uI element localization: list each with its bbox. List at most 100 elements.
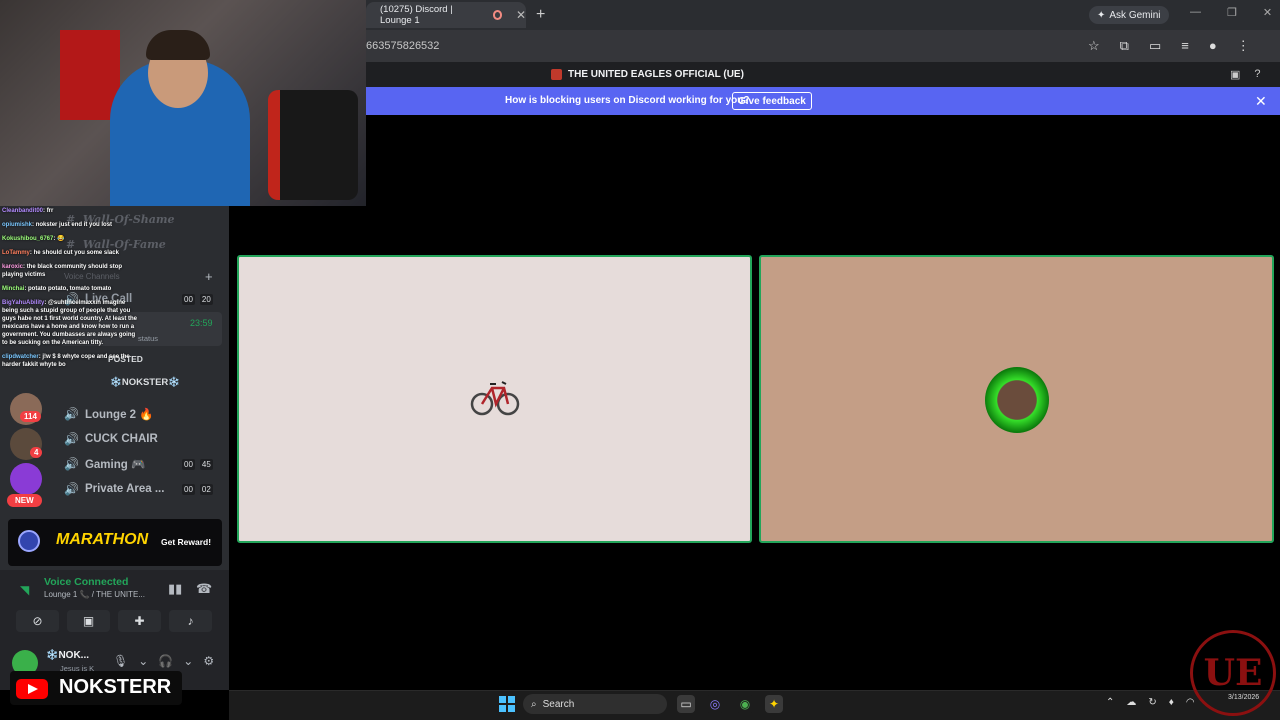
tab-title: (10275) Discord | Lounge 1	[380, 4, 453, 26]
windows-start-icon[interactable]	[499, 696, 515, 712]
chat-message: karoxic: the black community should stop…	[2, 264, 123, 278]
speaker-icon: 🔊	[64, 482, 79, 496]
gaming-chair	[268, 90, 358, 200]
minimize-icon[interactable]: —	[1190, 6, 1201, 19]
streamer-hair	[146, 30, 210, 60]
new-tab-button[interactable]: +	[536, 6, 545, 24]
voice-channel-path[interactable]: Lounge 1 📞 / THE UNITE...	[44, 590, 145, 599]
copilot-icon[interactable]: ◎	[706, 695, 724, 713]
channel-timer: 00 02	[182, 484, 213, 495]
headphones-icon[interactable]: 🎧	[158, 654, 173, 668]
speaker-icon: 🔊	[64, 457, 79, 471]
server-icon[interactable]	[10, 463, 42, 495]
server-icon	[551, 69, 562, 80]
recording-icon	[492, 10, 502, 20]
camera-off-button[interactable]: ⊘	[16, 610, 59, 632]
username[interactable]: ❄️NOK...	[46, 650, 89, 661]
url-text[interactable]: 663575826532	[366, 40, 439, 52]
wifi-icon[interactable]: ◠	[1186, 697, 1195, 708]
timer-seconds: 20	[199, 294, 213, 305]
server-title: THE UNITED EAGLES OFFICIAL (UE)	[551, 69, 744, 80]
channel-label: Private Area ...	[84, 483, 165, 495]
star-icon[interactable]: ☆	[1088, 38, 1100, 54]
voice-status[interactable]: Voice Connected	[44, 576, 128, 588]
add-channel-button[interactable]: +	[205, 269, 213, 284]
chat-user: BigYahuAbility	[2, 300, 45, 306]
soundboard-button[interactable]: ♪	[169, 610, 212, 632]
promo-title: MARATHON	[56, 531, 149, 548]
system-tray: ⌃ ☁ ↻ ♦ ◠	[1106, 697, 1195, 708]
notice-text: How is blocking users on Discord working…	[505, 95, 750, 106]
chat-message: clipdwatcher: j!w $ 8 whyte cope and see…	[2, 354, 130, 368]
gear-icon[interactable]: ⚙	[203, 654, 214, 668]
chevron-up-icon[interactable]: ⌃	[1106, 697, 1114, 708]
file-explorer-icon[interactable]: ▭	[677, 695, 695, 713]
speaker-icon: 🔊	[64, 432, 79, 446]
close-window-icon[interactable]: ✕	[1263, 6, 1272, 19]
screen-share-button[interactable]: ▣	[67, 610, 110, 632]
chat-text: 😂	[57, 236, 65, 242]
timer-minutes: 00	[182, 294, 195, 305]
microphone-icon[interactable]: ♦	[1169, 697, 1174, 708]
media-icon[interactable]: ≡	[1181, 38, 1189, 54]
chat-text: nokster just end it you lost	[35, 222, 113, 228]
close-icon[interactable]: ✕	[1255, 93, 1267, 110]
cast-icon[interactable]: ▭	[1149, 38, 1161, 54]
chat-user: clipdwatcher	[2, 354, 39, 360]
chat-user: Cleanbandit00	[2, 208, 44, 214]
app-icon[interactable]: ✦	[765, 695, 783, 713]
tab-close-icon[interactable]: ✕	[516, 8, 526, 22]
channel-label: Lounge 2 🔥	[84, 409, 154, 421]
server-name: THE UNITED EAGLES OFFICIAL (UE)	[568, 69, 744, 80]
speaker-icon: 🔊	[64, 407, 79, 421]
voice-channel-private-area[interactable]: 🔊 Private Area ...	[64, 482, 164, 496]
sync-icon[interactable]: ↻	[1148, 697, 1156, 708]
chat-message: Minchai: potato potato, tomato tomato	[2, 286, 112, 292]
channel-timer: 00 20	[182, 294, 213, 305]
chat-user: opiumishk	[2, 222, 33, 228]
activities-button[interactable]: ✚	[118, 610, 161, 632]
get-reward-button[interactable]: Get Reward!	[161, 537, 211, 547]
voice-channel-gaming[interactable]: 🔊 Gaming 🎮	[64, 457, 145, 471]
chat-text: frr	[46, 208, 54, 214]
microphone-icon[interactable]: 🎙	[113, 654, 128, 668]
inbox-icon[interactable]: ▣	[1230, 68, 1240, 81]
new-badge: NEW	[7, 494, 42, 507]
channel-timer: 00 45	[182, 459, 213, 470]
restore-icon[interactable]: ❐	[1227, 6, 1237, 19]
extensions-icon[interactable]: ⧉	[1120, 38, 1129, 54]
chrome-icon[interactable]: ◉	[736, 695, 754, 713]
disconnect-icon[interactable]: ☎	[196, 581, 212, 597]
title-icons: ▣ ?	[1230, 68, 1261, 81]
timer-minutes: 00	[182, 484, 195, 495]
activities-icon: ✚	[134, 614, 145, 628]
channel-label: CUCK CHAIR	[84, 433, 158, 445]
signal-icon[interactable]: ◥	[20, 583, 29, 597]
chat-message: Cleanbandit00: frr	[2, 208, 54, 214]
search-icon: ⌕	[531, 698, 537, 710]
cloud-icon[interactable]: ☁	[1126, 697, 1136, 708]
chat-text: potato potato, tomato tomato	[28, 286, 112, 292]
promo-icon	[18, 530, 40, 552]
profile-icon[interactable]: ●	[1209, 38, 1217, 54]
menu-icon[interactable]: ⋮	[1237, 38, 1250, 54]
channel-name: NOKSTERR	[59, 676, 172, 698]
give-feedback-button[interactable]: Give feedback	[732, 92, 812, 110]
ask-gemini-button[interactable]: ✦ Ask Gemini	[1089, 6, 1169, 24]
browser-tab[interactable]: (10275) Discord | Lounge 1 ✕	[366, 2, 526, 28]
chat-text: he should cut you some slack	[33, 250, 119, 256]
ue-watermark-logo: UE	[1190, 630, 1276, 716]
active-timer: 23:59	[190, 318, 213, 328]
chat-text: @suhtincelmaxxin imagine being such a st…	[2, 300, 138, 346]
noise-suppression-icon[interactable]: ▮▮	[168, 581, 182, 597]
voice-channel-cuck-chair[interactable]: 🔊 CUCK CHAIR	[64, 432, 158, 446]
camera-off-icon: ⊘	[32, 614, 43, 628]
screen-share-icon: ▣	[82, 614, 95, 628]
user-avatar	[985, 367, 1049, 433]
chevron-down-icon[interactable]: ⌄	[138, 654, 148, 668]
voice-channel-lounge-2[interactable]: 🔊 Lounge 2 🔥	[64, 407, 154, 421]
help-icon[interactable]: ?	[1254, 68, 1260, 81]
chevron-down-icon[interactable]: ⌄	[183, 654, 193, 668]
taskbar-search[interactable]: ⌕ Search	[523, 694, 667, 714]
status-hint[interactable]: status	[138, 334, 158, 343]
